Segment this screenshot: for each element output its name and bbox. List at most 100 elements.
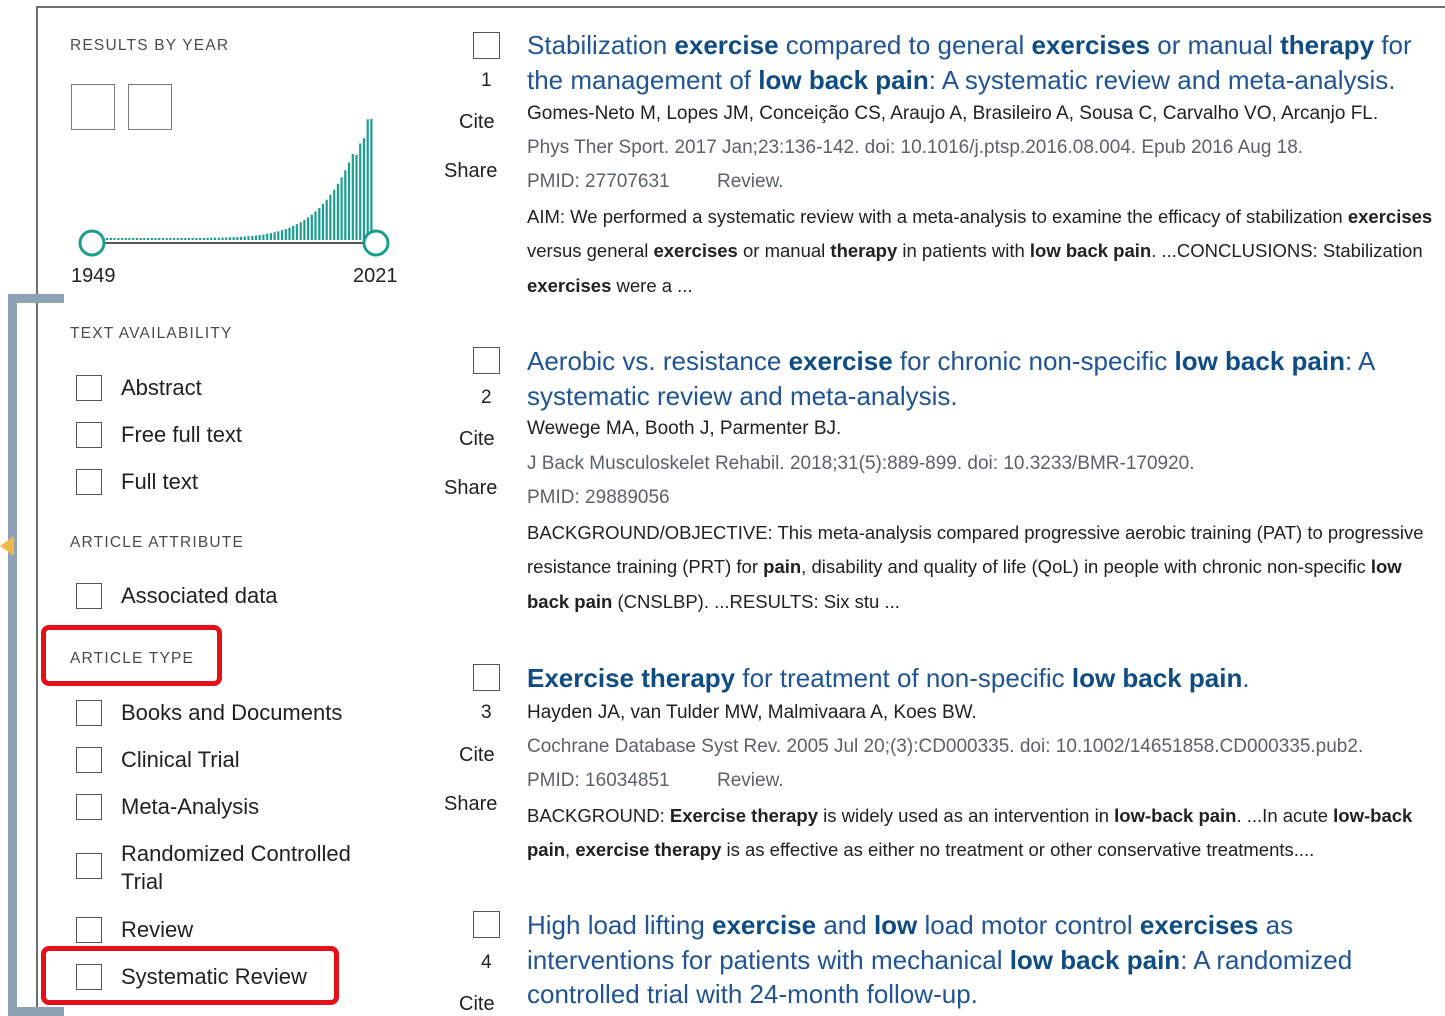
filter-abstract[interactable]: Abstract — [76, 374, 202, 402]
histogram-bar — [228, 237, 231, 240]
result-title-link[interactable]: High load lifting exercise and low load … — [527, 908, 1445, 1012]
histogram-bar — [288, 227, 291, 240]
year-slider-end-handle[interactable] — [362, 229, 390, 257]
text-availability-heading: TEXT AVAILABILITY — [70, 325, 233, 342]
checkbox[interactable] — [76, 375, 102, 401]
cite-button[interactable]: Cite — [459, 993, 495, 1016]
histogram-bar — [262, 234, 265, 240]
result-select-checkbox[interactable] — [473, 911, 500, 938]
histogram-bar — [329, 194, 332, 240]
histogram-bar — [240, 236, 243, 240]
histogram-bar — [120, 238, 124, 240]
checkbox[interactable] — [76, 853, 102, 879]
filter-review[interactable]: Review — [76, 916, 193, 944]
histogram-bar — [187, 238, 191, 240]
result-number: 3 — [481, 702, 492, 723]
histogram-bar — [221, 237, 224, 240]
filter-associated-data[interactable]: Associated data — [76, 582, 278, 610]
filter-randomized-controlled-trial[interactable]: Randomized Controlled Trial — [76, 841, 381, 896]
histogram-bar — [333, 189, 336, 240]
filter-meta-analysis[interactable]: Meta-Analysis — [76, 793, 259, 821]
histogram-bar — [213, 237, 217, 240]
histogram-bar — [251, 235, 254, 240]
histogram-bar — [321, 204, 325, 240]
result-number: 1 — [481, 70, 492, 91]
result-pmid: PMID: 27707631 — [527, 171, 670, 192]
checkbox[interactable] — [76, 747, 102, 773]
histogram-bar — [169, 238, 172, 240]
result-pmid: PMID: 29889056 — [527, 487, 670, 508]
filter-label: Full text — [121, 469, 199, 494]
histogram-bar — [135, 238, 138, 240]
histogram-bar — [336, 183, 339, 240]
checkbox[interactable] — [76, 700, 102, 726]
histogram-bar — [344, 170, 347, 240]
checkbox[interactable] — [76, 794, 102, 820]
filter-label: Clinical Trial — [121, 747, 240, 772]
filter-label: Books and Documents — [121, 700, 343, 725]
histogram-bar — [161, 238, 164, 240]
histogram-bar — [277, 231, 280, 240]
result-title-link[interactable]: Stabilization exercise compared to gener… — [527, 28, 1445, 97]
result-select-checkbox[interactable] — [473, 32, 500, 59]
histogram-bar — [273, 232, 276, 240]
panel-border-top — [36, 6, 1445, 8]
cite-button[interactable]: Cite — [459, 111, 495, 134]
result-citation: Phys Ther Sport. 2017 Jan;23:136-142. do… — [527, 137, 1304, 158]
histogram-bar — [280, 230, 284, 240]
histogram-bar — [362, 138, 365, 240]
filter-free-full-text[interactable]: Free full text — [76, 421, 242, 449]
result-select-checkbox[interactable] — [473, 347, 500, 374]
histogram-bar — [236, 237, 239, 240]
result-publication-type: Review. — [717, 171, 784, 192]
histogram-bars — [106, 118, 373, 240]
histogram-bar — [202, 237, 205, 240]
year-end-label: 2021 — [353, 265, 398, 287]
results-by-year-heading: RESULTS BY YEAR — [70, 37, 230, 54]
share-button[interactable]: Share — [444, 477, 497, 500]
histogram-bar — [191, 237, 194, 240]
year-start-label: 1949 — [71, 265, 116, 287]
share-button[interactable]: Share — [444, 160, 497, 183]
histogram-bar — [199, 237, 202, 240]
histogram-bar — [366, 119, 369, 240]
checkbox[interactable] — [76, 917, 102, 943]
checkbox[interactable] — [76, 583, 102, 609]
histogram-bar — [158, 238, 161, 240]
filter-books-and-documents[interactable]: Books and Documents — [76, 699, 342, 727]
filter-label: Review — [121, 917, 194, 942]
filter-clinical-trial[interactable]: Clinical Trial — [76, 746, 240, 774]
histogram-bar — [295, 224, 298, 240]
result-title-link[interactable]: Exercise therapy for treatment of non-sp… — [527, 661, 1445, 696]
histogram-bar — [292, 226, 295, 240]
cite-button[interactable]: Cite — [459, 744, 495, 767]
histogram-bar — [254, 235, 258, 240]
histogram-bar — [307, 217, 310, 240]
results-by-year-histogram[interactable] — [76, 88, 396, 268]
histogram-bar — [243, 236, 246, 240]
result-title-link[interactable]: Aerobic vs. resistance exercise for chro… — [527, 344, 1445, 413]
histogram-bar — [232, 237, 235, 240]
result-select-checkbox[interactable] — [473, 664, 500, 691]
checkbox[interactable] — [76, 469, 102, 495]
year-slider-start-handle[interactable] — [78, 229, 106, 257]
result-snippet: BACKGROUND/OBJECTIVE: This meta-analysis… — [527, 522, 1424, 612]
histogram-bar — [113, 238, 116, 240]
histogram-bar — [173, 238, 176, 240]
systematic-review-highlight — [41, 946, 339, 1005]
share-button[interactable]: Share — [444, 793, 497, 816]
histogram-bar — [340, 177, 343, 240]
result-pmid: PMID: 16034851 — [527, 770, 670, 791]
filter-full-text[interactable]: Full text — [76, 468, 198, 496]
result-citation: J Back Musculoskelet Rehabil. 2018;31(5)… — [527, 453, 1195, 474]
histogram-bar — [124, 238, 127, 240]
result-number: 4 — [481, 952, 492, 973]
checkbox[interactable] — [76, 422, 102, 448]
histogram-bar — [150, 238, 153, 240]
result-authors: Hayden JA, van Tulder MW, Malmivaara A, … — [527, 702, 977, 723]
histogram-bar — [128, 238, 131, 240]
result-snippet: BACKGROUND: Exercise therapy is widely u… — [527, 805, 1413, 861]
histogram-bar — [184, 238, 187, 240]
result-citation: Cochrane Database Syst Rev. 2005 Jul 20;… — [527, 736, 1364, 757]
cite-button[interactable]: Cite — [459, 428, 495, 451]
